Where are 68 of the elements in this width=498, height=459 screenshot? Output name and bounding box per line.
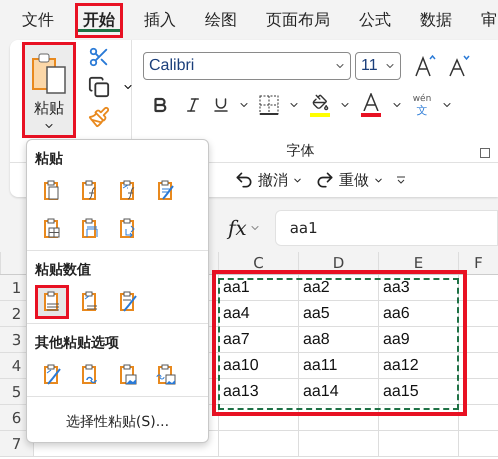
table-cell: aa13 (218, 379, 298, 405)
table-cell: aa5 (298, 301, 378, 327)
paste-special-item[interactable]: 选择性粘贴(S)... (60, 412, 176, 432)
table-cell: aa10 (218, 353, 298, 379)
table-cell (458, 431, 498, 457)
table-cell: aa8 (298, 327, 378, 353)
font-size-field[interactable]: 11 (355, 52, 401, 80)
shrink-font-icon[interactable] (447, 54, 471, 78)
table-cell: aa2 (298, 275, 378, 301)
button-label: 重做 (339, 170, 369, 190)
column-header[interactable]: D (298, 252, 378, 274)
table-cell: aa7 (218, 327, 298, 353)
table-cell: aa12 (378, 353, 458, 379)
phonetic-label[interactable]: 文 (416, 105, 428, 116)
table-cell: aa9 (378, 327, 458, 353)
table-cell (458, 275, 498, 301)
table-cell: aa14 (298, 379, 378, 405)
font-color-swatch (361, 113, 381, 117)
ribbon-tab[interactable]: 文件 (14, 2, 62, 38)
table-cell: aa1 (218, 275, 298, 301)
font-color-icon[interactable] (363, 93, 379, 111)
row-header[interactable]: 7 (0, 431, 33, 457)
paintbrush-icon[interactable] (88, 106, 110, 128)
table-cell: aa11 (298, 353, 378, 379)
menu-section-title: 粘贴 (35, 150, 64, 168)
clipboard-icon (154, 363, 178, 387)
group-label: 字体 (286, 142, 314, 160)
customize-icon[interactable] (396, 175, 406, 185)
column-header[interactable]: F (458, 252, 498, 274)
ribbon-tab[interactable]: 公式 (351, 2, 399, 38)
column-header[interactable]: E (378, 252, 458, 274)
ribbon-tab[interactable]: 数据 (412, 2, 460, 38)
table-cell: aa4 (218, 301, 298, 327)
column-header[interactable]: C (218, 252, 298, 274)
fill-color-swatch (310, 112, 330, 116)
ribbon-tab[interactable]: 开始 (75, 2, 123, 38)
grow-font-icon[interactable] (413, 54, 437, 78)
font-name-field[interactable]: Calibri (143, 52, 351, 80)
undo-button[interactable]: 撤消 (234, 170, 303, 190)
paste-button[interactable]: 粘贴 (22, 42, 76, 138)
ribbon-tab[interactable]: 插入 (136, 2, 184, 38)
redo-button[interactable]: 重做 (315, 170, 384, 190)
clipboard-icon (30, 51, 68, 97)
borders-icon[interactable] (259, 95, 279, 115)
button-label: 撤消 (258, 170, 288, 190)
table-cell (458, 353, 498, 379)
insert-function-button[interactable]: fx (228, 216, 247, 240)
ribbon-tab[interactable]: 页面布局 (258, 2, 338, 38)
underline-icon[interactable] (212, 96, 230, 114)
italic-icon[interactable] (184, 96, 202, 114)
table-cell: aa15 (378, 379, 458, 405)
copy-icon[interactable] (88, 76, 110, 98)
scissors-icon[interactable] (88, 46, 110, 68)
table-cell (458, 301, 498, 327)
phonetic-label[interactable]: wén (412, 94, 432, 105)
table-cell (458, 379, 498, 405)
ribbon-tab[interactable]: 绘图 (197, 2, 245, 38)
table-cell: aa3 (378, 275, 458, 301)
undo-icon (234, 170, 254, 190)
dialog-launcher-icon[interactable] (480, 148, 490, 158)
redo-icon (315, 170, 335, 190)
menu-section-title: 其他粘贴选项 (35, 334, 120, 352)
paste-option-button[interactable] (35, 285, 69, 319)
menu-section-title: 粘贴数值 (35, 261, 92, 279)
table-cell: aa6 (378, 301, 458, 327)
formula-input[interactable]: aa1 (274, 210, 498, 246)
ribbon-tab[interactable]: 审 (473, 2, 498, 38)
fill-color-icon[interactable] (312, 94, 328, 110)
